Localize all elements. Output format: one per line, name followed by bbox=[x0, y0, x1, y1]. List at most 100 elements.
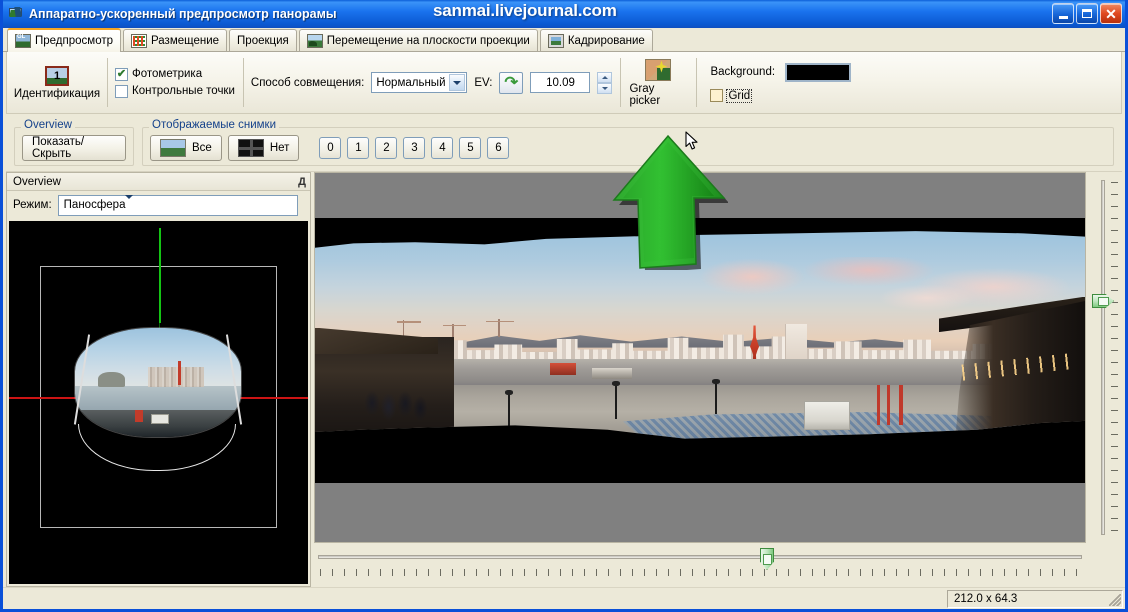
gray-picker-icon bbox=[645, 58, 672, 81]
photometry-checkbox[interactable] bbox=[115, 67, 128, 81]
crop-icon bbox=[547, 33, 564, 48]
identify-label: Идентификация bbox=[13, 87, 101, 100]
show-all-button[interactable]: Все bbox=[150, 135, 222, 161]
control-points-checkbox-row[interactable]: Контрольные точки bbox=[115, 84, 235, 98]
ev-stepper-down[interactable] bbox=[597, 82, 613, 94]
background-label: Background: bbox=[710, 66, 776, 78]
panorama-image bbox=[315, 231, 1085, 439]
close-icon: ✕ bbox=[1105, 5, 1117, 22]
image-button-0-label: 0 bbox=[327, 142, 334, 154]
toolbar-group-background: Background: Grid bbox=[696, 52, 859, 113]
resize-grip[interactable] bbox=[1109, 593, 1121, 606]
displayed-images-group: Отображаемые снимки Все Нет 0 1 2 3 4 5 … bbox=[142, 119, 1114, 166]
mode-value: Паносфера bbox=[63, 199, 126, 211]
close-button[interactable]: ✕ bbox=[1100, 3, 1122, 24]
status-bar: 212.0 x 64.3 bbox=[3, 587, 1125, 609]
tab-projection-label: Проекция bbox=[237, 34, 289, 47]
ev-stepper-up[interactable] bbox=[597, 71, 613, 83]
horizontal-pan-slider[interactable] bbox=[314, 543, 1086, 587]
image-button-0[interactable]: 0 bbox=[319, 137, 342, 159]
horizontal-slider-track[interactable] bbox=[318, 555, 1082, 559]
identify-button[interactable]: 1 Идентификация bbox=[13, 57, 101, 109]
tab-placement[interactable]: Размещение bbox=[123, 29, 228, 51]
identify-icon-number: 1 bbox=[53, 69, 61, 82]
horizontal-slider-ticks bbox=[320, 569, 1080, 576]
image-button-6[interactable]: 6 bbox=[487, 137, 510, 159]
minimize-button[interactable] bbox=[1052, 3, 1074, 24]
preview-row bbox=[314, 172, 1122, 543]
vertical-slider-ticks bbox=[1111, 182, 1118, 533]
overview-panel-header: Overview Д bbox=[7, 173, 310, 191]
mode-select[interactable]: Паносфера bbox=[57, 194, 298, 216]
background-color-swatch[interactable] bbox=[785, 62, 852, 82]
status-dimensions: 212.0 x 64.3 bbox=[954, 592, 1018, 605]
no-images-icon bbox=[237, 139, 264, 157]
image-button-3-label: 3 bbox=[411, 142, 418, 154]
image-button-4[interactable]: 4 bbox=[431, 137, 454, 159]
main-toolbar: 1 Идентификация Фотометрика Контрольные … bbox=[6, 52, 1122, 114]
show-none-button[interactable]: Нет bbox=[227, 135, 300, 161]
image-button-5-label: 5 bbox=[467, 142, 474, 154]
none-label: Нет bbox=[269, 142, 290, 154]
mode-chevron-down-icon[interactable] bbox=[125, 195, 134, 211]
tab-placement-label: Размещение bbox=[151, 34, 220, 47]
tab-preview[interactable]: Предпросмотр bbox=[7, 28, 121, 52]
ev-input[interactable]: 10.09 bbox=[530, 72, 591, 93]
gray-picker-button[interactable]: Gray picker bbox=[628, 57, 688, 109]
app-icon bbox=[8, 6, 24, 22]
tab-cropping[interactable]: Кадрирование bbox=[539, 29, 653, 51]
identify-icon: 1 bbox=[45, 65, 69, 86]
chevron-down-icon[interactable] bbox=[449, 74, 466, 91]
vertical-slider-track[interactable] bbox=[1101, 180, 1105, 535]
preview-panel bbox=[314, 172, 1122, 587]
tab-move-label: Перемещение на плоскости проекции bbox=[326, 34, 530, 47]
pin-icon[interactable]: Д bbox=[298, 176, 306, 188]
image-button-1-label: 1 bbox=[355, 142, 362, 154]
watermark-text: sanmai.livejournal.com bbox=[433, 1, 617, 20]
photometry-checkbox-row[interactable]: Фотометрика bbox=[115, 67, 235, 81]
image-button-3[interactable]: 3 bbox=[403, 137, 426, 159]
panosphere-texture bbox=[74, 328, 241, 437]
tab-cropping-label: Кадрирование bbox=[567, 34, 645, 47]
overview-panel-title: Overview bbox=[13, 175, 61, 188]
horizontal-slider-thumb[interactable] bbox=[760, 548, 774, 570]
secondary-toolbar: Overview Показать/Скрыть Отображаемые сн… bbox=[6, 114, 1122, 172]
tab-strip: Предпросмотр Размещение Проекция Перемещ… bbox=[3, 28, 1125, 52]
main-content: Overview Д Режим: Паносфера bbox=[6, 172, 1122, 587]
all-label: Все bbox=[192, 142, 212, 154]
preview-background-bottom bbox=[315, 483, 1085, 542]
green-curved-arrow-icon: ↷ bbox=[504, 73, 519, 91]
overview-group: Overview Показать/Скрыть bbox=[14, 119, 134, 166]
photometry-label: Фотометрика bbox=[132, 68, 203, 80]
maximize-button[interactable] bbox=[1076, 3, 1098, 24]
grid-checkbox[interactable] bbox=[710, 89, 724, 102]
show-hide-button[interactable]: Показать/Скрыть bbox=[22, 135, 126, 161]
show-hide-label: Показать/Скрыть bbox=[32, 136, 85, 160]
control-points-checkbox[interactable] bbox=[115, 84, 128, 98]
tab-projection[interactable]: Проекция bbox=[229, 29, 297, 51]
title-bar: Аппаратно-ускоренный предпросмотр панора… bbox=[3, 0, 1125, 28]
vertical-axis-green bbox=[158, 228, 161, 323]
panorama-preview[interactable] bbox=[314, 172, 1086, 543]
tab-move-projection-plane[interactable]: Перемещение на плоскости проекции bbox=[298, 29, 538, 51]
tab-preview-label: Предпросмотр bbox=[35, 35, 113, 47]
image-button-5[interactable]: 5 bbox=[459, 137, 482, 159]
blend-mode-label: Способ совмещения: bbox=[250, 76, 365, 89]
status-dimensions-cell: 212.0 x 64.3 bbox=[947, 589, 1123, 608]
overview-panel: Overview Д Режим: Паносфера bbox=[6, 172, 311, 587]
panosphere-view[interactable] bbox=[9, 221, 308, 584]
application-window: Аппаратно-ускоренный предпросмотр панора… bbox=[0, 0, 1128, 612]
window-title: Аппаратно-ускоренный предпросмотр панора… bbox=[29, 7, 337, 21]
image-button-2[interactable]: 2 bbox=[375, 137, 398, 159]
vertical-pan-slider[interactable] bbox=[1088, 172, 1122, 543]
image-button-1[interactable]: 1 bbox=[347, 137, 370, 159]
ev-stepper[interactable] bbox=[597, 71, 613, 94]
control-points-label: Контрольные точки bbox=[132, 85, 235, 97]
gray-picker-label: Gray picker bbox=[629, 82, 661, 107]
grid-checkbox-row[interactable]: Grid bbox=[710, 88, 753, 103]
minimize-icon bbox=[1058, 15, 1068, 19]
blend-mode-select[interactable]: Нормальный bbox=[371, 72, 468, 93]
toolbar-group-identify: 1 Идентификация bbox=[7, 52, 107, 113]
reset-ev-button[interactable]: ↷ bbox=[499, 71, 524, 94]
toolbar-group-overlays: Фотометрика Контрольные точки bbox=[107, 52, 243, 113]
